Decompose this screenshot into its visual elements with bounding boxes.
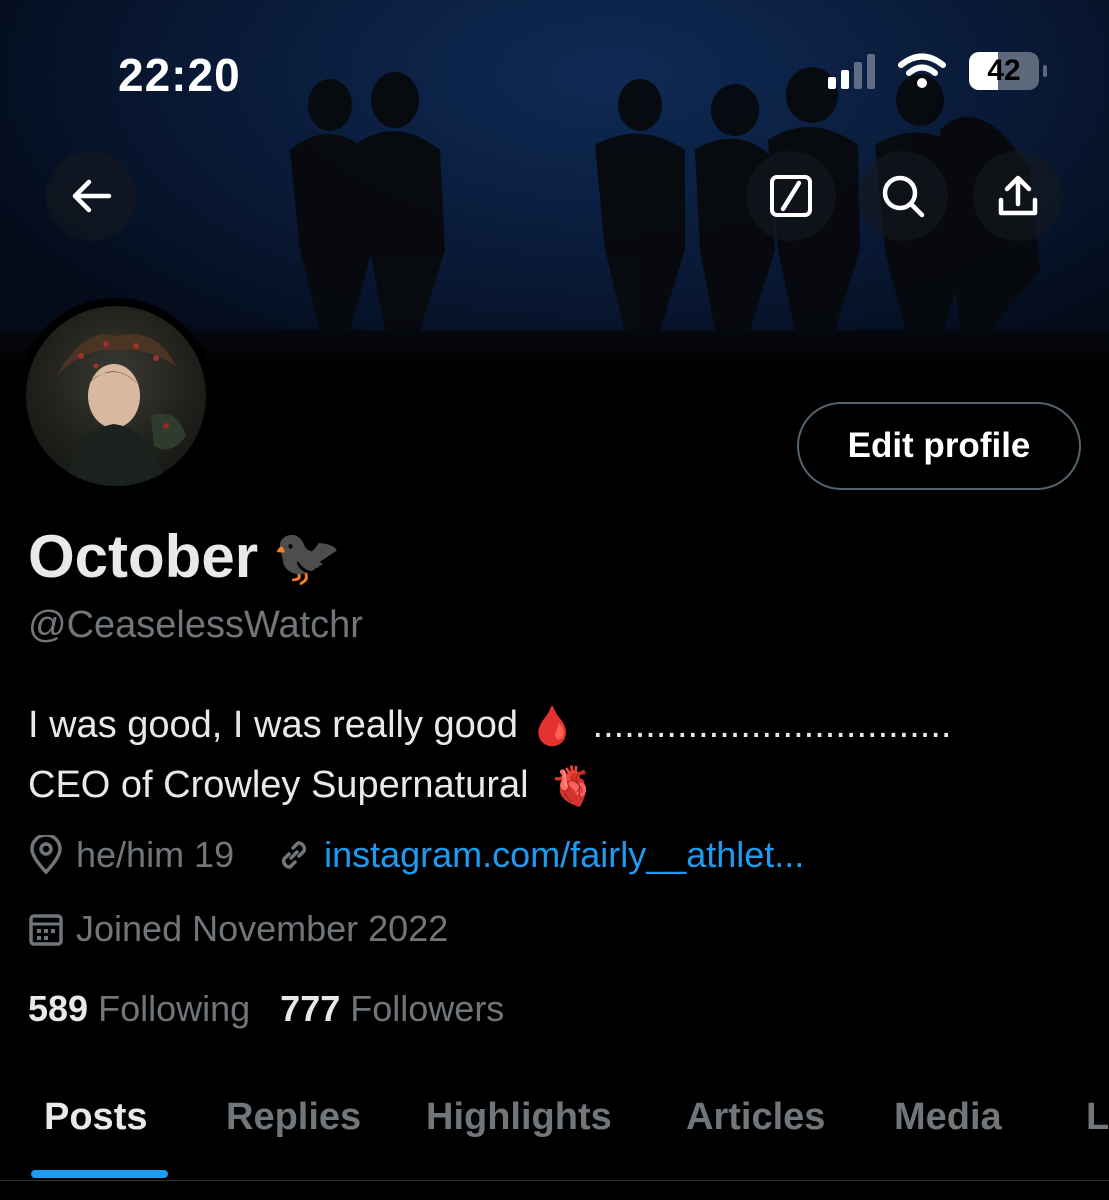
anatomical-heart-icon: 🫀: [549, 765, 597, 808]
followers-label: Followers: [350, 988, 505, 1029]
bio-line-2: CEO of Crowley Supernatural: [28, 763, 529, 806]
status-time: 22:20: [118, 49, 241, 101]
bio-dots: ..................................: [592, 704, 952, 746]
back-button[interactable]: [46, 151, 136, 241]
followers-count: 777: [280, 988, 341, 1029]
share-button[interactable]: [973, 151, 1063, 241]
grok-icon: [770, 175, 812, 217]
joined-date: Joined November 2022: [76, 908, 449, 949]
link-icon: [276, 837, 312, 873]
website-link[interactable]: instagram.com/fairly__athlet...: [324, 834, 804, 876]
blackbird-icon: 🐦‍⬛: [272, 524, 342, 588]
grok-button[interactable]: [746, 151, 836, 241]
username-handle: @CeaselessWatchr: [28, 604, 363, 646]
followers-link[interactable]: 777 Followers: [280, 988, 504, 1030]
follow-counts: 589 Following 777 Followers: [28, 988, 504, 1030]
tab-posts[interactable]: Posts: [44, 1096, 147, 1139]
back-arrow-icon: [72, 179, 112, 213]
avatar-image: [26, 306, 206, 486]
location-text: he/him 19: [76, 834, 235, 875]
blood-drop-icon: 🩸: [528, 705, 576, 748]
profile-meta-row: he/him 19 instagram.com/fairly__athlet..…: [28, 834, 804, 876]
edit-profile-button[interactable]: Edit profile: [797, 402, 1081, 490]
display-name-text: October: [28, 523, 259, 590]
tab-likes[interactable]: L: [1086, 1096, 1109, 1139]
wifi-icon: [898, 53, 946, 88]
active-tab-indicator: [31, 1170, 168, 1178]
tabs-divider: [0, 1180, 1109, 1181]
calendar-icon: [28, 911, 64, 947]
search-button[interactable]: [858, 151, 948, 241]
following-label: Following: [98, 988, 251, 1029]
tab-replies[interactable]: Replies: [226, 1096, 361, 1139]
display-name: October 🐦‍⬛: [28, 522, 342, 591]
cellular-signal-icon: [828, 53, 875, 89]
profile-tabs: Posts Replies Highlights Articles Media …: [0, 1088, 1109, 1200]
battery-icon: 42: [969, 52, 1047, 90]
location-pin-icon: [28, 835, 64, 875]
battery-level: 42: [987, 54, 1021, 87]
tab-articles[interactable]: Articles: [686, 1096, 825, 1139]
bio-line-1: I was good, I was really good: [28, 704, 519, 746]
tab-media[interactable]: Media: [894, 1096, 1002, 1139]
avatar[interactable]: [18, 298, 214, 494]
profile-bio: I was good, I was really good 🩸 ........…: [28, 696, 1088, 816]
joined-row: Joined November 2022: [28, 908, 448, 950]
tab-highlights[interactable]: Highlights: [426, 1096, 612, 1139]
search-icon: [882, 175, 925, 218]
status-icons: 42: [828, 52, 1047, 90]
following-count: 589: [28, 988, 89, 1029]
share-icon: [998, 175, 1038, 216]
following-link[interactable]: 589 Following: [28, 988, 250, 1030]
